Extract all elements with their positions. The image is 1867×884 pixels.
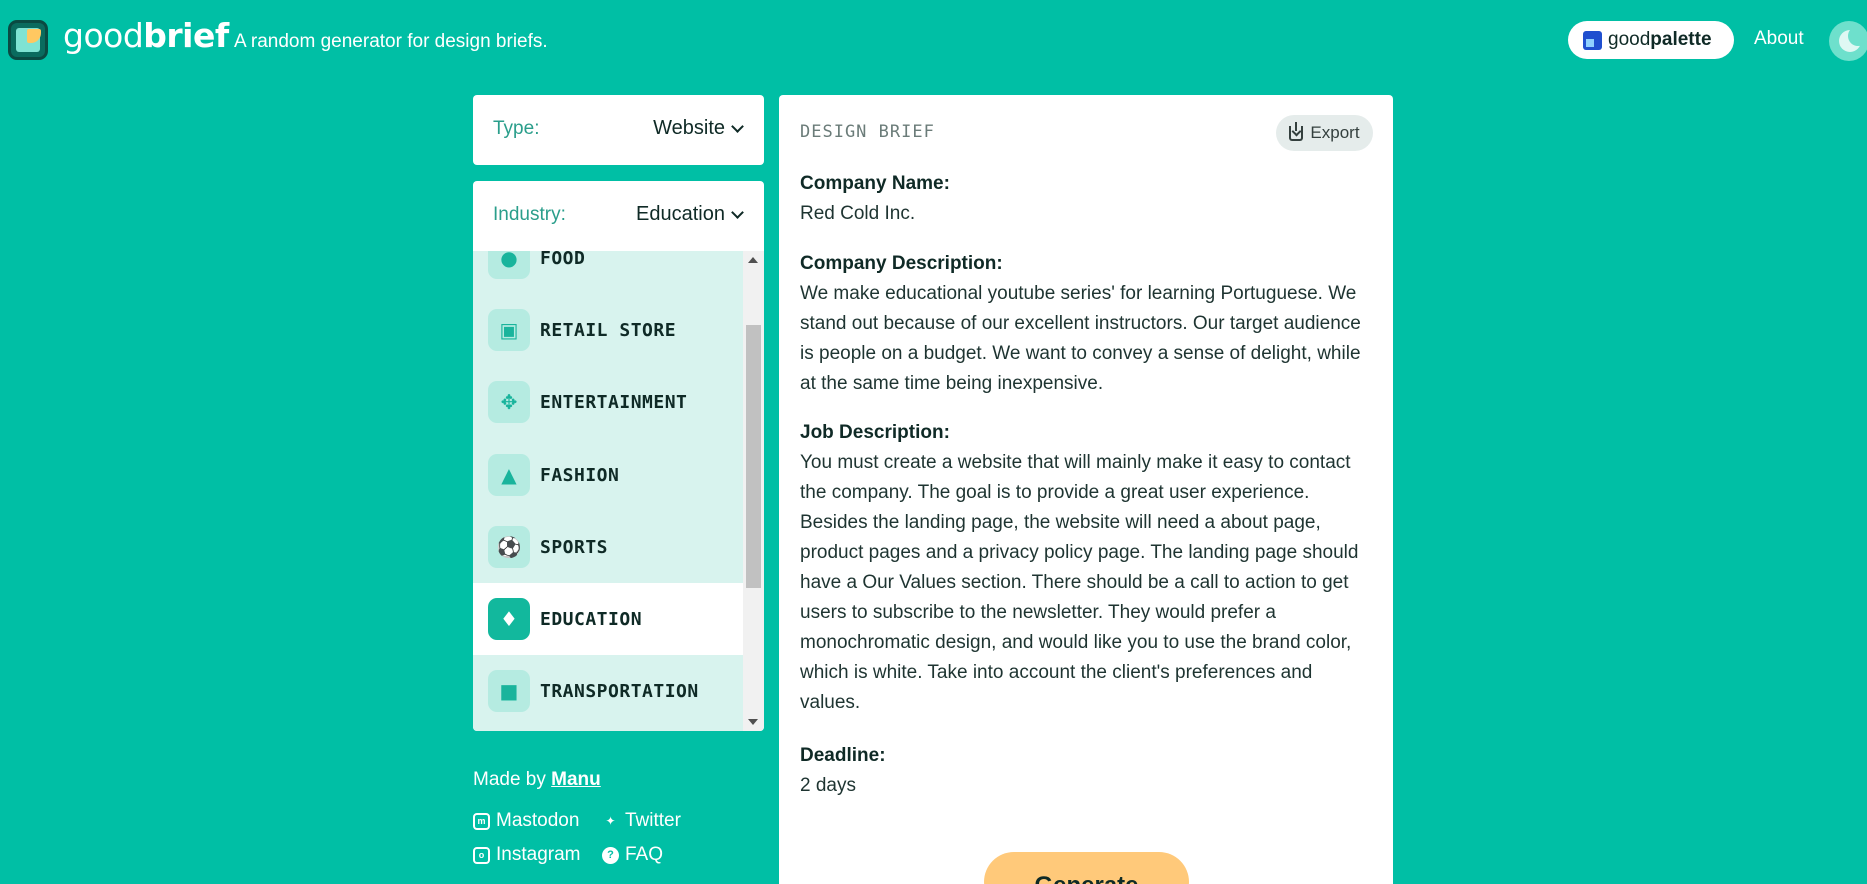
deadline-section: Deadline: 2 days bbox=[800, 741, 1375, 801]
industry-select[interactable]: Industry: Education ● FOOD ▣ RETAIL STOR… bbox=[473, 181, 764, 731]
industry-select-header[interactable]: Industry: Education bbox=[473, 181, 764, 251]
industry-option-fashion[interactable]: ▲ FASHION bbox=[473, 439, 743, 511]
deadline-label: Deadline: bbox=[800, 745, 886, 766]
company-name-label: Company Name: bbox=[800, 173, 950, 194]
author-link[interactable]: Manu bbox=[551, 769, 601, 790]
job-description-section: Job Description: You must create a websi… bbox=[800, 418, 1375, 718]
mastodon-link[interactable]: m Mastodon bbox=[473, 810, 579, 832]
company-description-value: We make educational youtube series' for … bbox=[800, 283, 1361, 394]
scroll-thumb[interactable] bbox=[746, 325, 761, 588]
palette-icon bbox=[1583, 30, 1602, 50]
industry-option-food[interactable]: ● FOOD bbox=[473, 251, 743, 294]
industry-option-transportation[interactable]: ■ TRANSPORTATION bbox=[473, 655, 743, 727]
industry-label: Industry: bbox=[493, 204, 566, 225]
industry-value[interactable]: Education bbox=[636, 203, 744, 226]
brief-title: DESIGN BRIEF bbox=[800, 122, 935, 142]
industry-option-education[interactable]: ♦ EDUCATION bbox=[473, 583, 743, 655]
company-description-section: Company Description: We make educational… bbox=[800, 249, 1375, 399]
type-label: Type: bbox=[493, 118, 540, 139]
twitter-link[interactable]: ✦ Twitter bbox=[602, 810, 680, 832]
made-by: Made by Manu bbox=[473, 769, 601, 790]
company-name-value: Red Cold Inc. bbox=[800, 203, 916, 224]
company-description-label: Company Description: bbox=[800, 253, 1003, 274]
food-icon: ● bbox=[488, 251, 530, 279]
store-icon: ▣ bbox=[488, 309, 530, 351]
export-button[interactable]: Export bbox=[1276, 115, 1373, 151]
type-value[interactable]: Website bbox=[653, 117, 744, 140]
scroll-down-arrow-icon[interactable] bbox=[748, 719, 758, 725]
deadline-value: 2 days bbox=[800, 775, 856, 796]
dark-mode-toggle[interactable] bbox=[1829, 21, 1867, 61]
question-icon: ? bbox=[602, 846, 619, 864]
job-description-label: Job Description: bbox=[800, 422, 950, 443]
brand-name[interactable]: goodbrief bbox=[63, 16, 229, 55]
gamepad-icon: ✥ bbox=[488, 381, 530, 423]
tagline: A random generator for design briefs. bbox=[234, 31, 548, 52]
car-icon: ■ bbox=[488, 670, 530, 712]
shirt-icon: ▲ bbox=[488, 454, 530, 496]
instagram-link[interactable]: o Instagram bbox=[473, 844, 580, 866]
chevron-down-icon bbox=[731, 119, 744, 133]
job-description-value: You must create a website that will main… bbox=[800, 452, 1359, 713]
instagram-icon: o bbox=[473, 846, 490, 864]
industry-option-sports[interactable]: ⚽ SPORTS bbox=[473, 511, 743, 583]
graduation-cap-icon: ♦ bbox=[488, 598, 530, 640]
download-icon bbox=[1289, 121, 1304, 141]
twitter-icon: ✦ bbox=[605, 814, 616, 828]
industry-list[interactable]: ● FOOD ▣ RETAIL STORE ✥ ENTERTAINMENT ▲ … bbox=[473, 251, 743, 731]
industry-list-scrollbar[interactable] bbox=[743, 251, 764, 731]
type-select[interactable]: Type: Website bbox=[473, 95, 764, 165]
generate-button[interactable]: Generate bbox=[984, 852, 1189, 884]
soccer-ball-icon: ⚽ bbox=[488, 526, 530, 568]
company-name-section: Company Name: Red Cold Inc. bbox=[800, 169, 1375, 229]
industry-option-entertainment[interactable]: ✥ ENTERTAINMENT bbox=[473, 366, 743, 438]
scroll-up-arrow-icon[interactable] bbox=[748, 257, 758, 263]
design-brief-panel: DESIGN BRIEF Export Company Name: Red Co… bbox=[779, 95, 1393, 884]
goodpalette-button[interactable]: goodpalette bbox=[1568, 21, 1734, 59]
industry-option-retail-store[interactable]: ▣ RETAIL STORE bbox=[473, 294, 743, 366]
logo-icon[interactable] bbox=[8, 20, 48, 60]
about-link[interactable]: About bbox=[1754, 28, 1804, 50]
header: goodbrief A random generator for design … bbox=[0, 0, 1867, 82]
chevron-down-icon bbox=[731, 205, 744, 219]
faq-link[interactable]: ? FAQ bbox=[602, 844, 663, 866]
mastodon-icon: m bbox=[473, 812, 490, 830]
